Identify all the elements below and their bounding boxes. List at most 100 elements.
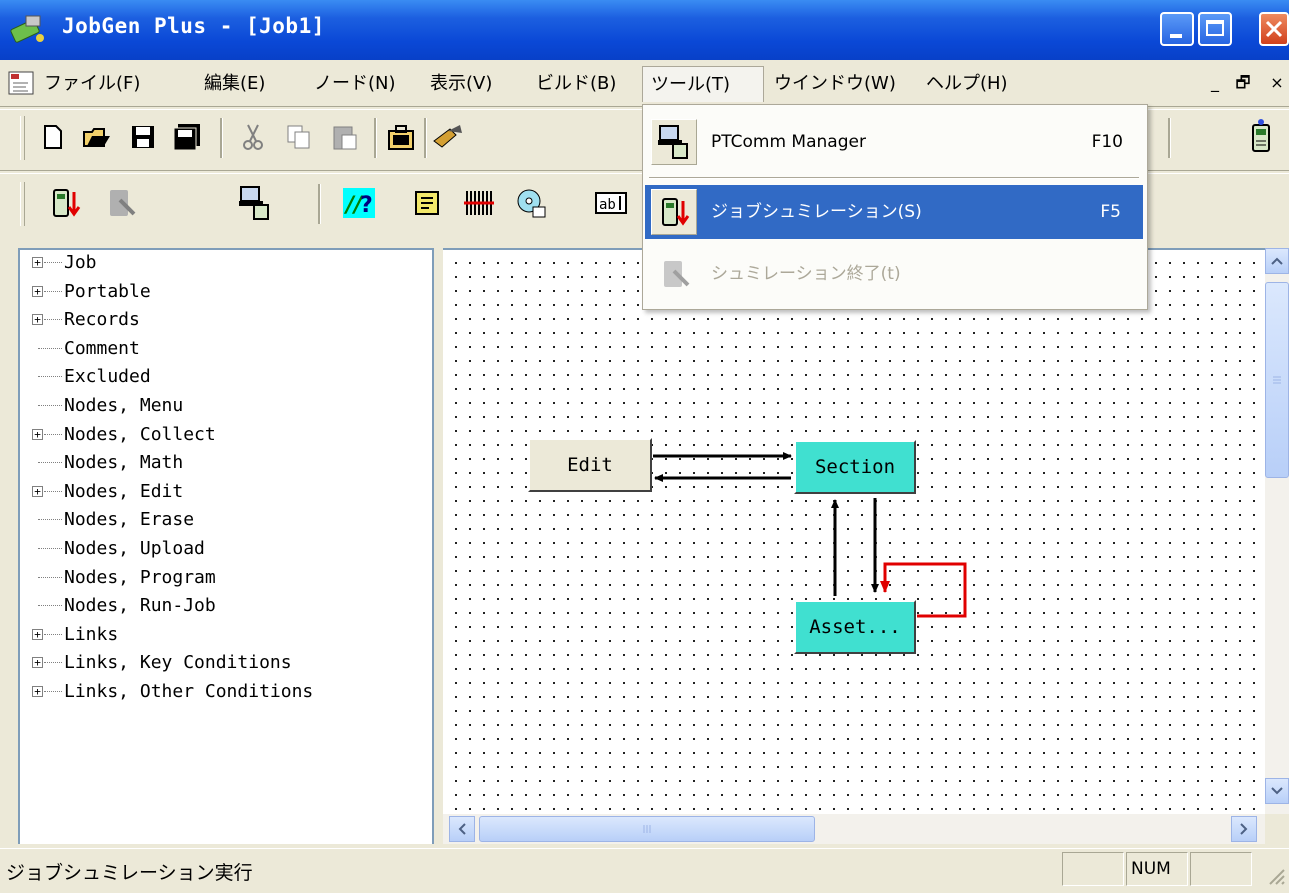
prompt-node-icon[interactable]: //? xyxy=(342,186,376,220)
tree-item[interactable]: + Records xyxy=(20,306,432,334)
menu-item-job-simulation[interactable]: ジョブシュミレーション(S) F5 xyxy=(645,185,1143,239)
tree-item[interactable]: Nodes, Upload xyxy=(20,535,432,563)
close-button[interactable] xyxy=(1259,12,1289,46)
scroll-right-button[interactable] xyxy=(1231,816,1257,842)
vertical-scrollbar[interactable] xyxy=(1265,248,1289,814)
menu-edit[interactable]: 編集(E) xyxy=(196,66,273,102)
menu-item-label: ジョブシュミレーション(S) xyxy=(711,202,922,222)
diagram-canvas[interactable]: Edit Section Asset... xyxy=(443,248,1265,814)
tree-item[interactable]: Nodes, Erase xyxy=(20,506,432,534)
ptcomm-icon[interactable] xyxy=(238,186,272,220)
device-icon[interactable] xyxy=(1244,118,1278,152)
node-edit[interactable]: Edit xyxy=(528,438,652,492)
tree-item[interactable]: + Portable xyxy=(20,278,432,306)
menu-item-ptcomm-manager[interactable]: PTComm Manager F10 xyxy=(645,115,1145,169)
status-pane-scrl xyxy=(1190,852,1252,886)
tree-item-label: Nodes, Edit xyxy=(64,480,184,502)
expand-icon[interactable]: + xyxy=(32,257,43,268)
maximize-icon xyxy=(1206,20,1224,36)
tree-item[interactable]: Excluded xyxy=(20,363,432,391)
toolbar-grip-2[interactable] xyxy=(20,182,25,226)
tools-menu-dropdown: PTComm Manager F10 ジョブシュミレーション(S) F5 シュミ… xyxy=(642,104,1148,310)
build-icon[interactable] xyxy=(430,120,464,154)
open-icon[interactable] xyxy=(80,120,114,154)
tree-item[interactable]: Nodes, Run-Job xyxy=(20,592,432,620)
tree-item-label: Links, Other Conditions xyxy=(64,681,314,702)
field-node-icon[interactable]: ab xyxy=(594,186,628,220)
expand-icon[interactable]: + xyxy=(32,314,43,326)
node-asset[interactable]: Asset... xyxy=(794,600,916,654)
expand-icon[interactable]: + xyxy=(32,485,43,497)
document-icon[interactable] xyxy=(8,71,34,95)
barcode-node-icon[interactable] xyxy=(462,186,496,220)
horizontal-scrollbar[interactable] xyxy=(443,814,1265,844)
scroll-left-button[interactable] xyxy=(449,816,475,842)
minimize-button[interactable] xyxy=(1160,12,1194,46)
menu-node[interactable]: ノード(N) xyxy=(306,66,404,102)
tree-item[interactable]: + Links, Key Conditions xyxy=(20,649,432,677)
tree-item[interactable]: Comment xyxy=(20,335,432,363)
title-bar[interactable]: JobGen Plus - [Job1] xyxy=(0,0,1289,60)
expand-icon[interactable]: + xyxy=(32,657,43,669)
project-icon[interactable] xyxy=(384,120,418,154)
save-icon[interactable] xyxy=(126,120,160,154)
chevron-up-icon xyxy=(1271,257,1283,265)
expand-icon[interactable]: + xyxy=(32,686,43,697)
tree-item[interactable]: + Links, Other Conditions xyxy=(20,678,432,706)
end-simulate-icon[interactable] xyxy=(104,186,138,220)
simulate-icon xyxy=(651,189,697,235)
chevron-right-icon xyxy=(1240,823,1248,835)
simulate-icon[interactable] xyxy=(48,186,82,220)
status-pane-caps xyxy=(1062,852,1124,886)
mdi-minimize-button[interactable]: _ xyxy=(1203,70,1227,96)
tree-item-label: Nodes, Math xyxy=(64,452,184,474)
scroll-down-button[interactable] xyxy=(1265,778,1289,804)
tree-item[interactable]: + Job xyxy=(20,250,432,277)
vertical-scroll-thumb[interactable] xyxy=(1265,282,1289,478)
tree-item[interactable]: + Nodes, Collect xyxy=(20,421,432,449)
job-tree[interactable]: + Job + Portable + Records Comment Excluded Node… xyxy=(18,248,434,844)
node-section[interactable]: Section xyxy=(794,440,916,494)
maximize-button[interactable] xyxy=(1198,12,1232,46)
tree-item[interactable]: + Nodes, Edit xyxy=(20,478,432,506)
tree-item[interactable]: Nodes, Program xyxy=(20,564,432,592)
tree-item-label: Records xyxy=(64,309,140,331)
paste-icon[interactable] xyxy=(328,120,362,154)
tree-item-label: Links xyxy=(64,623,119,645)
resize-grip[interactable] xyxy=(1262,862,1286,886)
horizontal-scroll-thumb[interactable] xyxy=(479,816,815,842)
toolbar-grip[interactable] xyxy=(20,116,25,160)
save-all-icon[interactable] xyxy=(170,120,204,154)
disk-node-icon[interactable] xyxy=(514,186,548,220)
menu-item-end-simulation[interactable]: シュミレーション終了(t) xyxy=(645,247,1145,301)
menu-tools[interactable]: ツール(T) xyxy=(642,66,764,102)
tree-item-label: Nodes, Upload xyxy=(64,538,205,559)
app-icon xyxy=(10,14,48,46)
tree-item[interactable]: + Links xyxy=(20,621,432,649)
expand-icon[interactable]: + xyxy=(32,428,43,440)
tree-item-label: Excluded xyxy=(64,366,151,388)
cut-icon[interactable] xyxy=(236,120,270,154)
menu-separator xyxy=(649,177,1139,179)
new-icon[interactable] xyxy=(36,120,70,154)
mdi-restore-button[interactable]: 🗗 xyxy=(1231,70,1255,96)
minimize-icon xyxy=(1170,34,1182,38)
tree-item[interactable]: Nodes, Menu xyxy=(20,392,432,420)
close-icon xyxy=(1265,20,1283,38)
mdi-close-button[interactable]: × xyxy=(1265,70,1289,96)
menu-view[interactable]: 表示(V) xyxy=(422,66,500,102)
tree-item-label: Comment xyxy=(64,337,140,359)
text-node-icon[interactable] xyxy=(410,186,444,220)
menu-file[interactable]: ファイル(F) xyxy=(36,66,148,102)
copy-icon[interactable] xyxy=(282,120,316,154)
menu-window[interactable]: ウインドウ(W) xyxy=(766,66,904,102)
svg-text:ab: ab xyxy=(599,197,616,213)
expand-icon[interactable]: + xyxy=(32,285,43,297)
tree-item[interactable]: Nodes, Math xyxy=(20,449,432,477)
scroll-up-button[interactable] xyxy=(1265,248,1289,274)
menu-item-label: シュミレーション終了(t) xyxy=(711,264,901,284)
menu-help[interactable]: ヘルプ(H) xyxy=(918,66,1016,102)
expand-icon[interactable]: + xyxy=(32,628,43,640)
menu-build[interactable]: ビルド(B) xyxy=(528,66,624,102)
end-simulate-icon xyxy=(655,253,695,295)
